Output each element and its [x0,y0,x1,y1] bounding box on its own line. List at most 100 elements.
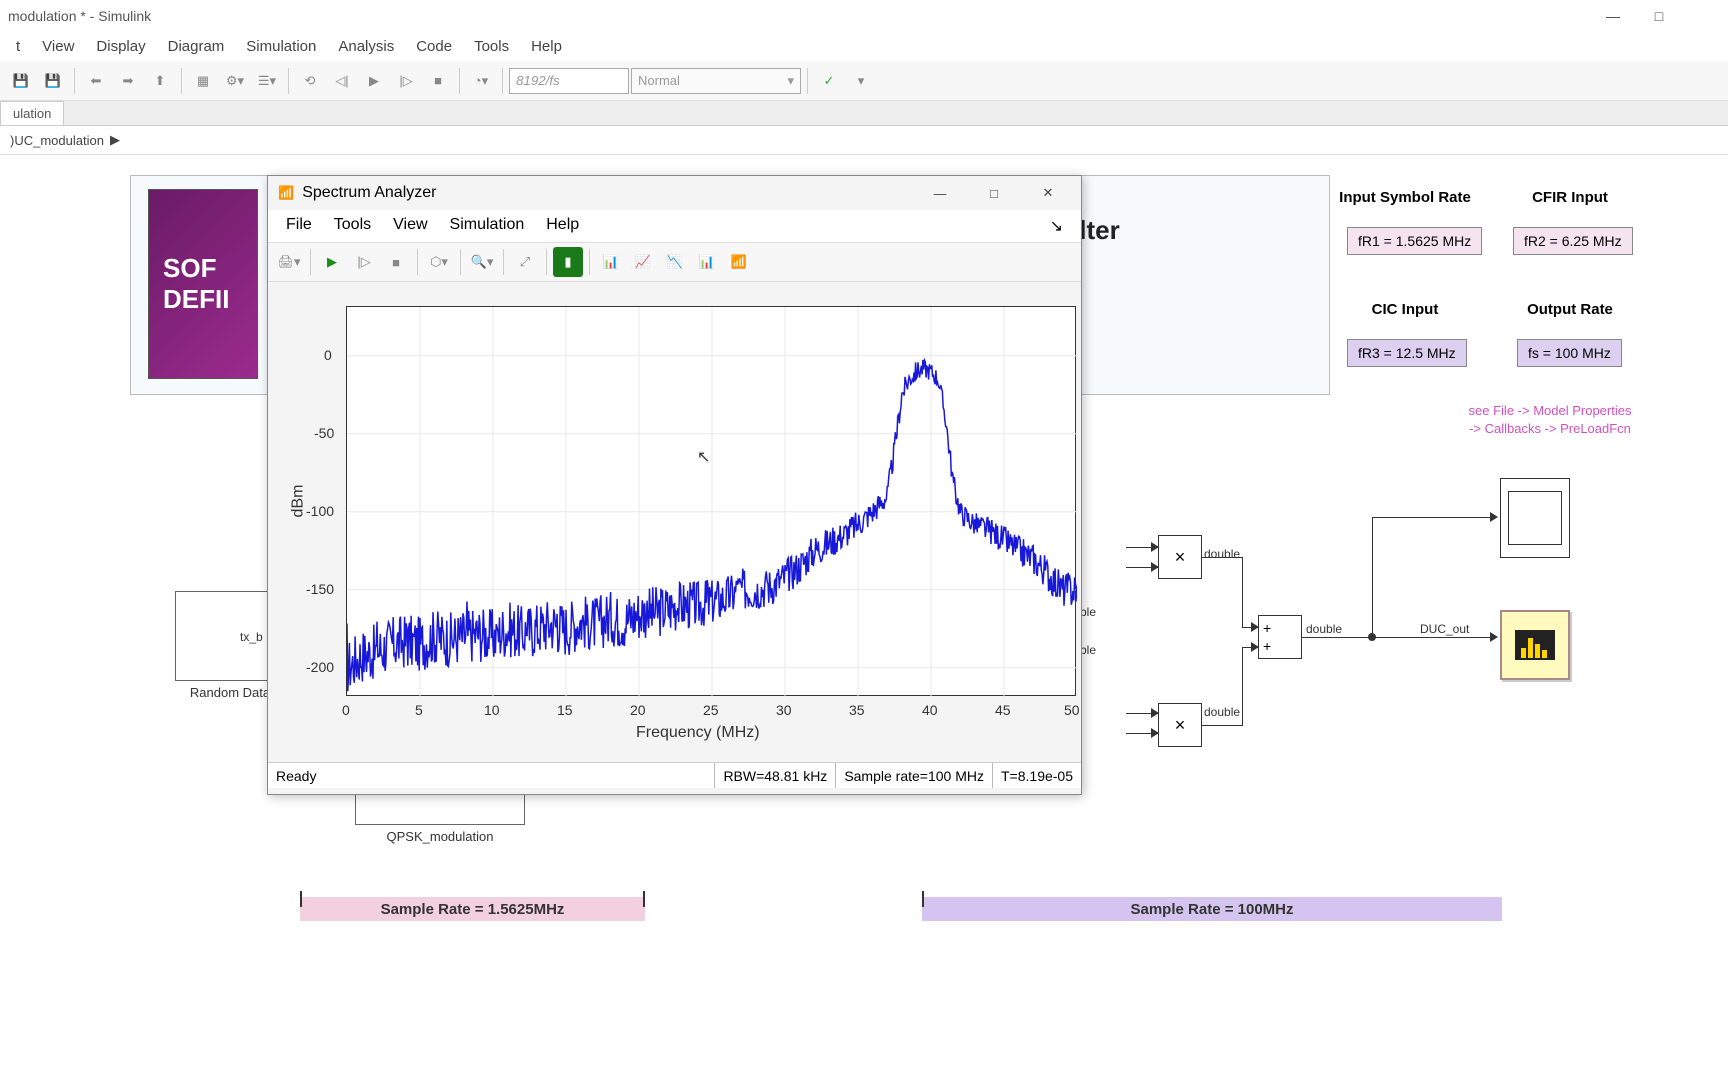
popup-menubar: File Tools View Simulation Help ↘ [268,210,1081,242]
maximize-button[interactable]: □ [1636,0,1682,32]
cic-input-title: CIC Input [1335,301,1475,318]
spectrum-plot: ↖ 0 -50 -100 -150 -200 dBm 0 5 10 15 20 … [286,292,1063,762]
popup-menu-file[interactable]: File [276,212,322,240]
y-axis-label: dBm [289,485,307,518]
xtick-35: 35 [849,702,865,718]
popup-run-icon[interactable]: ▶ [317,247,347,277]
menu-edit-partial[interactable]: t [6,34,30,59]
fr1-box: fR1 = 1.5625 MHz [1347,227,1482,255]
config-icon[interactable]: ⚙▾ [220,66,250,96]
popup-dock-icon[interactable]: ↘ [1040,212,1073,240]
sample-rate-output-bar: Sample Rate = 100MHz [922,897,1502,921]
ytick-50: -50 [314,425,334,441]
close-button[interactable] [1682,0,1728,32]
fr3-box: fR3 = 12.5 MHz [1347,339,1467,367]
sim-mode-value: Normal [638,73,680,88]
save-all-icon[interactable]: 💾 [38,66,68,96]
sample-rate-input-bar: Sample Rate = 1.5625MHz [300,897,645,921]
main-titlebar: modulation * - Simulink — □ [0,0,1728,32]
explorer-icon[interactable]: ☰▾ [252,66,282,96]
tab-modulation[interactable]: ulation [0,101,64,125]
scope-block[interactable] [1500,478,1570,558]
popup-menu-help[interactable]: Help [536,212,589,240]
run-icon[interactable]: ▶ [359,66,389,96]
stop-time-input[interactable] [509,68,629,94]
popup-spectrum-icon[interactable]: ▮ [553,247,583,277]
menu-view[interactable]: View [32,34,84,59]
popup-close-button[interactable]: ✕ [1025,177,1071,209]
back-icon[interactable]: ⬅ [81,66,111,96]
matlab-icon: 📶 [278,185,294,201]
input-symbol-rate-title: Input Symbol Rate [1335,189,1475,206]
cursor-icon: ↖ [697,447,710,467]
ble-label-1: ble [1080,605,1096,619]
status-rate: Sample rate=100 MHz [835,763,992,788]
output-rate-title: Output Rate [1500,301,1640,318]
popup-measure3-icon[interactable]: 📉 [660,247,690,277]
up-icon[interactable]: ⬆ [145,66,175,96]
popup-titlebar[interactable]: 📶 Spectrum Analyzer — □ ✕ [268,176,1081,210]
xtick-15: 15 [557,702,573,718]
menu-display[interactable]: Display [86,34,155,59]
stop-icon[interactable]: ■ [423,66,453,96]
popup-print-icon[interactable]: 🖨▾ [274,247,304,277]
record-icon[interactable]: ◔▾ [466,66,496,96]
popup-measure5-icon[interactable]: 📶 [724,247,754,277]
popup-measure2-icon[interactable]: 📈 [628,247,658,277]
popup-step-icon[interactable]: |▷ [349,247,379,277]
xtick-50: 50 [1064,702,1080,718]
menu-code[interactable]: Code [406,34,462,59]
status-ready: Ready [268,763,714,788]
title-card-line1: SOF [163,253,216,284]
step-back-icon[interactable]: ◁| [327,66,357,96]
xtick-5: 5 [415,702,423,718]
build-icon[interactable]: ✓ [814,66,844,96]
menu-diagram[interactable]: Diagram [158,34,235,59]
menu-help[interactable]: Help [521,34,572,59]
popup-menu-simulation[interactable]: Simulation [440,212,535,240]
duc-out-label: DUC_out [1420,622,1469,636]
popup-minimize-button[interactable]: — [917,177,963,209]
minimize-button[interactable]: — [1590,0,1636,32]
popup-stop-icon[interactable]: ■ [381,247,411,277]
xtick-40: 40 [922,702,938,718]
spectrum-analyzer-window[interactable]: 📶 Spectrum Analyzer — □ ✕ File Tools Vie… [267,175,1082,795]
ytick-200: -200 [306,659,334,675]
path-segment[interactable]: )UC_modulation [10,133,104,148]
plot-box[interactable]: ↖ [346,306,1076,696]
popup-menu-tools[interactable]: Tools [324,212,381,240]
ytick-0: 0 [324,347,332,363]
menu-analysis[interactable]: Analysis [328,34,404,59]
save-icon[interactable]: 💾 [6,66,36,96]
forward-icon[interactable]: ➡ [113,66,143,96]
popup-toolbar: 🖨▾ ▶ |▷ ■ ⬡▾ 🔍▾ ⤢ ▮ 📊 📈 📉 📊 📶 [268,242,1081,282]
step-forward-icon[interactable]: |▷ [391,66,421,96]
multiply-block-top[interactable]: × [1158,535,1202,579]
menu-tools[interactable]: Tools [464,34,519,59]
hint-line2: -> Callbacks -> PreLoadFcn [1400,421,1700,436]
popup-maximize-button[interactable]: □ [971,177,1017,209]
simulation-mode-combo[interactable]: Normal▾ [631,68,801,94]
multiply-block-bottom[interactable]: × [1158,703,1202,747]
title-card-line2: DEFII [163,284,229,315]
popup-measure4-icon[interactable]: 📊 [692,247,722,277]
popup-menu-view[interactable]: View [383,212,437,240]
xtick-25: 25 [703,702,719,718]
fast-restart-icon[interactable]: ⟲ [295,66,325,96]
sum-block[interactable]: + + [1258,615,1302,659]
popup-measure1-icon[interactable]: 📊 [596,247,626,277]
spectrum-block[interactable] [1500,610,1570,680]
popup-autoscale-icon[interactable]: ⤢ [510,247,540,277]
tx-label: tx_b [240,630,263,644]
path-bar: )UC_modulation ▶ [0,126,1728,155]
qpsk-label: QPSK_modulation [355,829,525,844]
popup-status-bar: Ready RBW=48.81 kHz Sample rate=100 MHz … [268,762,1081,788]
chevron-right-icon: ▶ [110,132,120,148]
build-dropdown-icon[interactable]: ▾ [846,66,876,96]
popup-zoom-icon[interactable]: 🔍▾ [467,247,497,277]
popup-highlight-icon[interactable]: ⬡▾ [424,247,454,277]
hint-line1: see File -> Model Properties [1400,403,1700,418]
xtick-30: 30 [776,702,792,718]
library-icon[interactable]: ▦ [188,66,218,96]
menu-simulation[interactable]: Simulation [236,34,326,59]
